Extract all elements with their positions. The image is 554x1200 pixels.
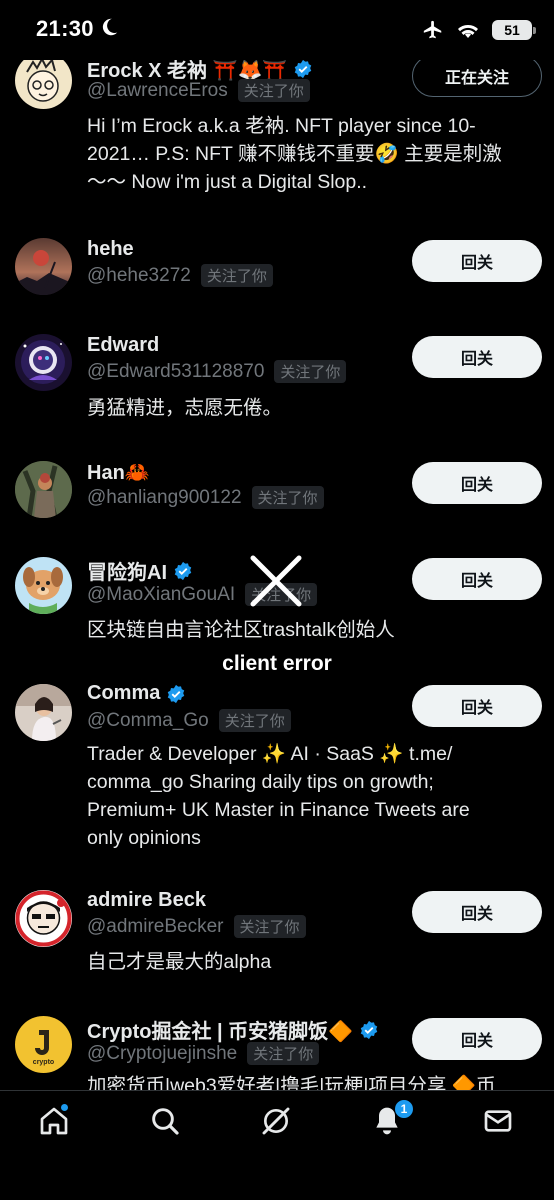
- avatar[interactable]: crypto: [15, 1016, 72, 1073]
- home-unread-dot: [60, 1103, 69, 1112]
- follow-back-button[interactable]: 回关: [412, 1018, 542, 1060]
- follows-you-badge: 关注了你: [233, 915, 306, 938]
- user-name[interactable]: Han🦀: [87, 460, 150, 485]
- moon-icon: [102, 18, 118, 36]
- nav-home[interactable]: [38, 1105, 74, 1141]
- follow-back-button[interactable]: 回关: [412, 558, 542, 600]
- svg-text:crypto: crypto: [33, 1059, 54, 1066]
- avatar-image: [15, 238, 72, 295]
- avatar[interactable]: [15, 684, 72, 741]
- follows-you-badge: 关注了你: [251, 486, 324, 509]
- avatar-image: [15, 557, 72, 614]
- user-name[interactable]: admire Beck: [87, 889, 206, 912]
- nav-grok[interactable]: [260, 1105, 296, 1141]
- following-button[interactable]: 正在关注: [412, 55, 542, 97]
- avatar-image: [15, 334, 72, 391]
- avatar-image: [15, 890, 72, 947]
- notifications-badge: 1: [394, 1099, 414, 1119]
- user-bio: Trader & Developer ✨ AI · SaaS ✨ t.me/ c…: [87, 743, 470, 849]
- user-bio: 勇猛精进，志愿无倦。: [87, 397, 283, 419]
- follows-you-badge: 关注了你: [200, 264, 273, 287]
- search-icon: [152, 1108, 179, 1135]
- verified-badge-icon: [295, 59, 312, 78]
- follow-back-button[interactable]: 回关: [412, 336, 542, 378]
- avatar[interactable]: [15, 52, 72, 109]
- avatar-image: [15, 684, 72, 741]
- user-name[interactable]: Edward: [87, 334, 159, 357]
- avatar[interactable]: [15, 238, 72, 295]
- avatar[interactable]: [15, 890, 72, 947]
- handle-line: @hehe3272 关注了你: [87, 264, 273, 287]
- follows-you-badge: 关注了你: [237, 79, 310, 102]
- avatar-image: [15, 52, 72, 109]
- user-handle: @Edward531128870: [87, 360, 265, 382]
- status-time: 21:30: [36, 16, 94, 41]
- user-bio: Hi I’m Erock a.k.a 老衲. NFT player since …: [87, 115, 502, 193]
- user-name[interactable]: 冒险狗AI: [87, 556, 193, 585]
- verified-badge-icon: [168, 684, 185, 703]
- follows-you-badge: 关注了你: [274, 360, 347, 383]
- handle-line: @Comma_Go 关注了你: [87, 709, 291, 732]
- avatar[interactable]: [15, 334, 72, 391]
- user-handle: @hanliang900122: [87, 486, 242, 508]
- user-handle: @LawrenceEros: [87, 79, 228, 101]
- avatar[interactable]: [15, 557, 72, 614]
- close-icon: [250, 555, 302, 607]
- battery-indicator: 51: [492, 20, 536, 40]
- handle-line: @Cryptojuejinshe 关注了你: [87, 1042, 320, 1065]
- follow-back-button[interactable]: 回关: [412, 462, 542, 504]
- follows-you-badge: 关注了你: [247, 1042, 320, 1065]
- handle-line: @Edward531128870 关注了你: [87, 360, 347, 383]
- follow-back-button[interactable]: 回关: [412, 685, 542, 727]
- user-name[interactable]: Comma: [87, 682, 186, 705]
- wifi-icon: [458, 24, 478, 38]
- follow-back-button[interactable]: 回关: [412, 240, 542, 282]
- user-name[interactable]: hehe: [87, 238, 134, 261]
- avatar[interactable]: [15, 461, 72, 518]
- user-handle: @hehe3272: [87, 264, 191, 286]
- follows-you-badge: 关注了你: [218, 709, 291, 732]
- handle-line: @admireBecker 关注了你: [87, 915, 306, 938]
- mail-icon: [484, 1110, 512, 1132]
- user-handle: @MaoXianGouAI: [87, 583, 236, 605]
- handle-line: @hanliang900122 关注了你: [87, 486, 324, 509]
- user-bio: 加密货币|web3爱好者|撸毛|玩梗|项目分享 🔶币: [87, 1075, 496, 1090]
- followers-list: Erock X 老衲 ⛩️🦊⛩️ @LawrenceEros 关注了你 Hi I…: [0, 0, 554, 1090]
- nav-messages[interactable]: [482, 1105, 518, 1141]
- status-bar: 21:30 51: [0, 0, 554, 60]
- error-message: client error: [222, 652, 332, 675]
- nav-search[interactable]: [149, 1105, 185, 1141]
- user-handle: @admireBecker: [87, 915, 224, 937]
- status-icons: 51: [422, 19, 536, 41]
- user-name[interactable]: Crypto掘金社 | 币安猪脚饭🔶: [87, 1015, 379, 1044]
- user-handle: @Cryptojuejinshe: [87, 1042, 238, 1064]
- airplane-icon: [423, 20, 442, 39]
- handle-line: @LawrenceEros 关注了你: [87, 79, 310, 102]
- verified-badge-icon: [174, 561, 192, 580]
- user-bio: 自己才是最大的alpha: [87, 951, 272, 973]
- avatar-image: crypto: [15, 1016, 72, 1073]
- avatar-image: [15, 461, 72, 518]
- bottom-nav: 1: [0, 1090, 554, 1200]
- user-handle: @Comma_Go: [87, 709, 209, 731]
- verified-badge-icon: [360, 1020, 378, 1039]
- grok-icon: [262, 1107, 290, 1135]
- follow-back-button[interactable]: 回关: [412, 891, 542, 933]
- user-bio: 区块链自由言论社区trashtalk创始人: [87, 619, 395, 641]
